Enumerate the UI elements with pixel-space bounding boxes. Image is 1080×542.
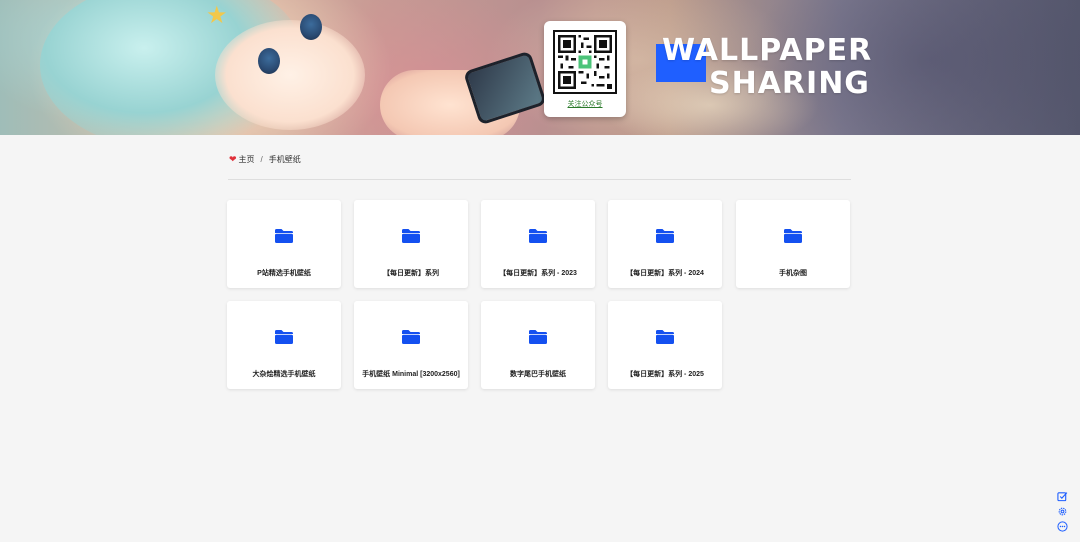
folder-icon: [401, 329, 421, 345]
divider: [228, 179, 851, 180]
folder-icon: [274, 329, 294, 345]
folder-icon: [401, 228, 421, 244]
folder-icon: [783, 228, 803, 244]
folder-card[interactable]: 手机杂图: [736, 200, 850, 288]
folder-label: P站精选手机壁纸: [257, 270, 311, 277]
banner-title-line-1: WALLPAPER: [662, 33, 873, 68]
folder-icon: [655, 228, 675, 244]
edit-check-button[interactable]: [1055, 489, 1069, 503]
settings-button[interactable]: [1055, 504, 1069, 518]
edit-check-icon: [1056, 491, 1067, 501]
heart-icon: ❤: [229, 154, 237, 164]
folder-card[interactable]: 手机壁纸 Minimal [3200x2560]: [354, 301, 468, 389]
banner-shade: [0, 0, 1080, 135]
folder-label: 【每日更新】系列 - 2025: [626, 371, 704, 378]
breadcrumb-home[interactable]: 主页: [239, 154, 255, 165]
settings-icon: [1058, 507, 1066, 515]
more-icon: [1056, 520, 1068, 532]
folder-label: 【每日更新】系列: [383, 270, 439, 277]
folder-icon: [528, 329, 548, 345]
folder-icon: [274, 228, 294, 244]
folder-label: 大杂烩精选手机壁纸: [252, 371, 316, 378]
folder-label: 手机杂图: [779, 270, 807, 277]
folder-card[interactable]: P站精选手机壁纸: [227, 200, 341, 288]
header-banner: ★: [0, 0, 1080, 135]
folder-label: 【每日更新】系列 - 2024: [626, 270, 704, 277]
breadcrumb: ❤ 主页 / 手机壁纸: [229, 154, 301, 165]
breadcrumb-separator: /: [260, 155, 263, 164]
folder-label: 【每日更新】系列 - 2023: [499, 270, 577, 277]
folder-label: 数字尾巴手机壁纸: [510, 371, 566, 378]
folder-card[interactable]: 【每日更新】系列: [354, 200, 468, 288]
qr-label[interactable]: 关注公众号: [544, 99, 626, 109]
folder-label: 手机壁纸 Minimal [3200x2560]: [362, 371, 460, 378]
folder-card[interactable]: 【每日更新】系列 - 2023: [481, 200, 595, 288]
folder-icon: [528, 228, 548, 244]
banner-title-line-2: SHARING: [709, 66, 870, 101]
folder-card[interactable]: 【每日更新】系列 - 2024: [608, 200, 722, 288]
qr-code: [553, 30, 617, 94]
folder-card[interactable]: 大杂烩精选手机壁纸: [227, 301, 341, 389]
folder-icon: [655, 329, 675, 345]
folder-card[interactable]: 数字尾巴手机壁纸: [481, 301, 595, 389]
folder-card[interactable]: 【每日更新】系列 - 2025: [608, 301, 722, 389]
more-button[interactable]: [1055, 519, 1069, 533]
breadcrumb-current: 手机壁纸: [268, 155, 301, 164]
qr-card[interactable]: 关注公众号: [544, 21, 626, 117]
